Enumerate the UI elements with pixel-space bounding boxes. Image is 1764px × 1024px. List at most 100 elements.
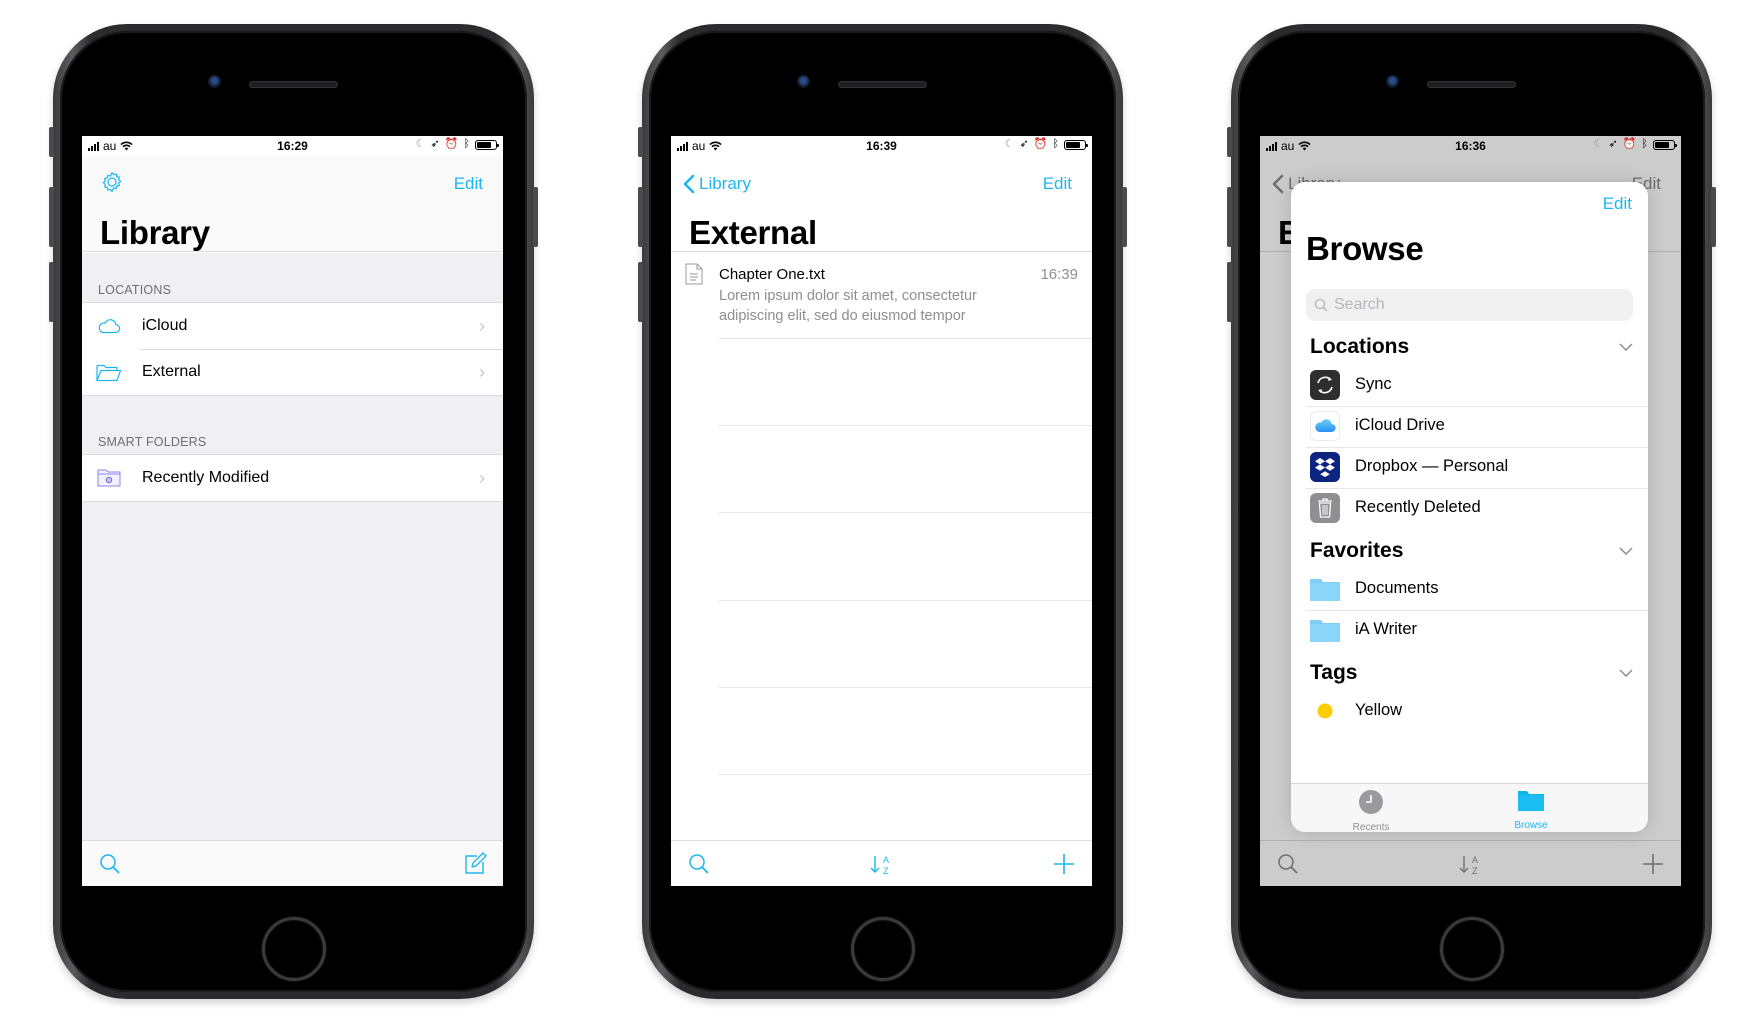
power-button bbox=[1711, 187, 1716, 247]
bottom-toolbar bbox=[82, 840, 503, 886]
alarm-icon: ⏰ bbox=[1622, 138, 1637, 150]
location-label: Sync bbox=[1355, 375, 1392, 393]
volume-up-button bbox=[638, 187, 643, 247]
front-camera bbox=[208, 75, 221, 88]
section-header-locations: LOCATIONS bbox=[98, 283, 172, 297]
location-icon: ➶ bbox=[1608, 138, 1618, 150]
row-separator bbox=[719, 338, 1092, 339]
file-modified-time: 16:39 bbox=[1040, 266, 1078, 283]
mute-switch bbox=[1227, 127, 1232, 157]
location-label: Dropbox — Personal bbox=[1355, 457, 1509, 475]
do-not-disturb-icon: ☾ bbox=[1593, 138, 1604, 150]
earpiece-speaker bbox=[838, 81, 927, 88]
row-separator bbox=[719, 512, 1092, 513]
front-camera bbox=[797, 75, 810, 88]
search-icon bbox=[1314, 298, 1328, 312]
favorite-label: Documents bbox=[1355, 579, 1439, 597]
battery-icon bbox=[1064, 139, 1088, 150]
chevron-right-icon: › bbox=[479, 315, 485, 336]
favorite-ia-writer[interactable]: iA Writer bbox=[1306, 607, 1648, 652]
section-title: Favorites bbox=[1310, 539, 1404, 562]
back-button[interactable]: Library bbox=[683, 174, 751, 194]
location-recently-deleted[interactable]: Recently Deleted bbox=[1306, 485, 1648, 530]
smart-folders-group: Recently Modified › bbox=[82, 454, 503, 502]
list-item-icloud[interactable]: iCloud › bbox=[82, 303, 503, 349]
edit-button[interactable]: Edit bbox=[454, 174, 483, 194]
section-header-favorites[interactable]: Favorites bbox=[1310, 536, 1633, 566]
svg-text:Z: Z bbox=[883, 866, 889, 876]
battery-icon bbox=[475, 139, 499, 150]
bottom-toolbar: AZ bbox=[671, 840, 1092, 886]
status-bar: au 16:36 ☾ ➶ ⏰ ᛒ bbox=[1260, 136, 1681, 156]
mute-switch bbox=[638, 127, 643, 157]
screen: Library Edit E AZ au 16:36 ☾ ➶ ⏰ ᛒ bbox=[1260, 136, 1681, 886]
volume-up-button bbox=[1227, 187, 1232, 247]
location-sync[interactable]: Sync bbox=[1306, 362, 1648, 407]
gear-icon[interactable] bbox=[100, 170, 124, 194]
list-item-external[interactable]: External › bbox=[82, 349, 503, 395]
home-button[interactable] bbox=[262, 917, 326, 981]
home-button[interactable] bbox=[851, 917, 915, 981]
sort-az-icon[interactable]: AZ bbox=[869, 852, 893, 876]
search-field[interactable]: Search bbox=[1306, 289, 1633, 321]
bluetooth-icon: ᛒ bbox=[463, 138, 470, 150]
search-icon[interactable] bbox=[687, 852, 711, 876]
list-item-recently-modified[interactable]: Recently Modified › bbox=[82, 455, 503, 501]
favorite-label: iA Writer bbox=[1355, 620, 1418, 638]
status-bar: au 16:39 ☾ ➶ ⏰ ᛒ bbox=[671, 136, 1092, 156]
tab-bar: Recents Browse bbox=[1291, 783, 1648, 832]
screen: au 16:29 ☾ ➶ ⏰ ᛒ Edit Library LOCATIONS bbox=[82, 136, 503, 886]
mute-switch bbox=[49, 127, 54, 157]
section-header-tags[interactable]: Tags bbox=[1310, 658, 1633, 688]
phone-browse: Library Edit E AZ au 16:36 ☾ ➶ ⏰ ᛒ bbox=[1227, 24, 1716, 999]
tab-label: Recents bbox=[1352, 822, 1390, 832]
home-button[interactable] bbox=[1440, 917, 1504, 981]
volume-down-button bbox=[49, 262, 54, 322]
status-bar: au 16:29 ☾ ➶ ⏰ ᛒ bbox=[82, 136, 503, 156]
page-title: External bbox=[689, 214, 817, 251]
locations-group: iCloud › External › bbox=[82, 302, 503, 396]
row-separator bbox=[719, 687, 1092, 688]
icloud-drive-icon bbox=[1310, 410, 1340, 441]
folder-icon bbox=[1518, 791, 1544, 811]
smart-folder-gear-icon bbox=[96, 468, 122, 488]
volume-up-button bbox=[49, 187, 54, 247]
edit-button[interactable]: Edit bbox=[1043, 174, 1072, 194]
sync-icon bbox=[1310, 369, 1340, 400]
svg-text:A: A bbox=[883, 855, 889, 865]
chevron-down-icon bbox=[1619, 547, 1633, 555]
file-row[interactable]: Chapter One.txt 16:39 Lorem ipsum dolor … bbox=[671, 253, 1092, 339]
section-title: Locations bbox=[1310, 335, 1410, 358]
plus-icon[interactable] bbox=[1052, 852, 1076, 876]
alarm-icon: ⏰ bbox=[444, 138, 459, 150]
location-icloud-drive[interactable]: iCloud Drive bbox=[1306, 403, 1648, 448]
search-placeholder: Search bbox=[1334, 296, 1385, 313]
yellow-tag-dot-icon bbox=[1310, 696, 1340, 726]
clock-icon bbox=[1359, 790, 1383, 814]
earpiece-speaker bbox=[1427, 81, 1516, 88]
location-label: iCloud Drive bbox=[1355, 416, 1445, 434]
tab-browse[interactable]: Browse bbox=[1491, 790, 1571, 831]
chevron-down-icon bbox=[1619, 343, 1633, 351]
section-header-locations[interactable]: Locations bbox=[1310, 332, 1633, 362]
tag-yellow[interactable]: Yellow bbox=[1306, 688, 1648, 733]
dropbox-icon bbox=[1310, 451, 1340, 482]
edit-button[interactable]: Edit bbox=[1603, 194, 1632, 214]
row-separator bbox=[719, 600, 1092, 601]
file-preview: Lorem ipsum dolor sit amet, consectetur … bbox=[719, 288, 977, 324]
location-dropbox[interactable]: Dropbox — Personal bbox=[1306, 444, 1648, 489]
do-not-disturb-icon: ☾ bbox=[415, 138, 426, 150]
favorite-documents[interactable]: Documents bbox=[1306, 566, 1648, 611]
location-label: Recently Deleted bbox=[1355, 498, 1481, 516]
screen: au 16:39 ☾ ➶ ⏰ ᛒ Library Edit External C… bbox=[671, 136, 1092, 886]
search-icon[interactable] bbox=[98, 852, 122, 876]
compose-icon[interactable] bbox=[463, 852, 487, 876]
browse-sheet: Edit Browse Search Locations Sync iCloud… bbox=[1291, 182, 1648, 832]
tab-recents[interactable]: Recents bbox=[1331, 790, 1411, 832]
chevron-right-icon: › bbox=[479, 467, 485, 488]
power-button bbox=[1122, 187, 1127, 247]
trash-icon bbox=[1310, 492, 1340, 523]
back-label: Library bbox=[699, 174, 751, 193]
chevron-down-icon bbox=[1619, 669, 1633, 677]
bluetooth-icon: ᛒ bbox=[1641, 138, 1648, 150]
